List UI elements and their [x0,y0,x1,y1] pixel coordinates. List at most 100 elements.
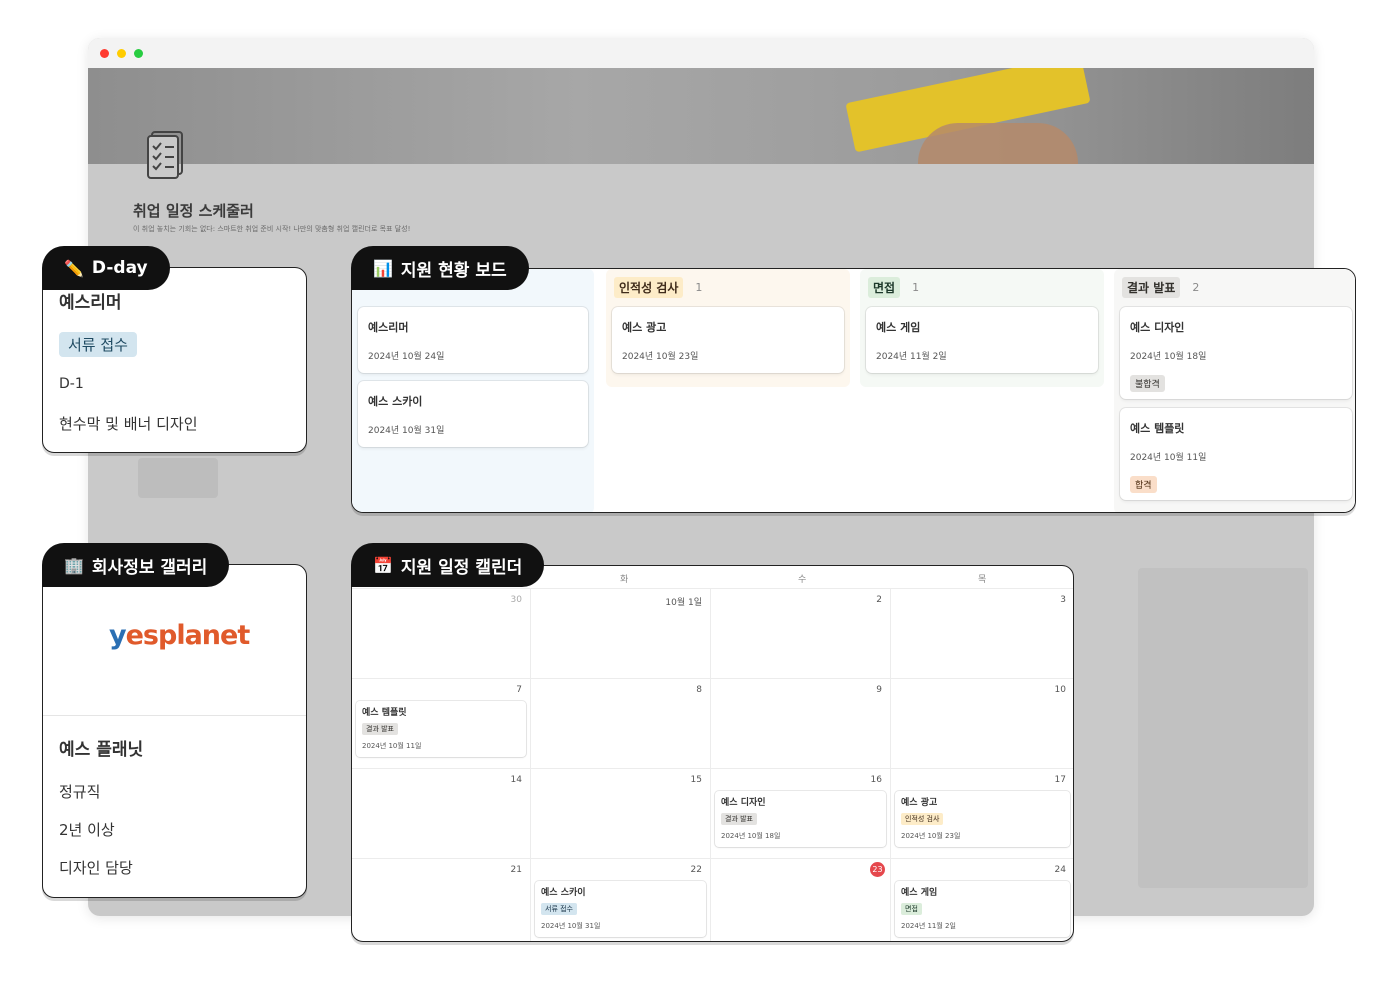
blurred-calendar-column [1138,568,1308,888]
calendar-icon: 📅 [373,555,393,575]
event-status-tag: 서류 접수 [541,903,577,915]
board-card-item[interactable]: 예스 게임 2024년 11월 2일 [866,307,1098,373]
event-status-tag: 결과 발표 [721,813,757,825]
result-tag: 불합격 [1130,375,1165,392]
cover-image [88,68,1314,164]
calendar-day-cell[interactable]: 3 [891,588,1073,678]
board-card-title: 예스 스카이 [368,395,423,408]
calendar-day-cell[interactable]: 2 [711,588,891,678]
column-count: 1 [912,281,920,294]
dday-tab-label: D-day [91,258,148,278]
board-card-item[interactable]: 예스리머 2024년 10월 24일 [358,307,588,373]
pencil-icon: ✏️ [64,258,84,278]
calendar-event[interactable]: 예스 템플릿 결과 발표 2024년 10월 11일 [356,701,526,757]
dday-tab[interactable]: ✏️ D-day [42,246,170,290]
board-card-title: 예스리머 [368,321,409,334]
calendar-day-cell[interactable]: 7 예스 템플릿 결과 발표 2024년 10월 11일 [352,678,531,768]
calendar-day-cell[interactable]: 30 [352,588,531,678]
blurred-card [138,458,218,498]
close-window-dot[interactable] [100,48,109,58]
board-column-document: 예스리머 2024년 10월 24일 예스 스카이 2024년 10월 31일 [352,269,594,512]
board-column-result: 결과 발표 2 예스 디자인 2024년 10월 18일 불합격 예스 템플릿 … [1114,269,1355,512]
hand-shape [918,123,1078,164]
dday-status-badge: 서류 접수 [59,332,137,357]
board-column-interview: 면접 1 예스 게임 2024년 11월 2일 [860,269,1104,387]
calendar-event[interactable]: 예스 게임 면접 2024년 11월 2일 [895,881,1070,937]
company-tab[interactable]: 🏢 회사정보 갤러리 [42,543,230,587]
dday-company-name: 예스리머 [59,293,122,313]
board-card-title: 예스 디자인 [1130,321,1185,334]
column-count: 2 [1192,281,1200,294]
calendar-day-cell[interactable]: 16 예스 디자인 결과 발표 2024년 10월 18일 [711,768,891,858]
board-card-title: 예스 게임 [876,321,921,334]
event-date: 2024년 10월 11일 [362,742,422,750]
event-date: 2024년 10월 31일 [541,922,601,930]
calendar-day-cell[interactable]: 21 [352,858,531,941]
board-card-date: 2024년 10월 31일 [368,426,445,436]
minimize-window-dot[interactable] [117,48,126,58]
employment-type: 정규직 [59,783,101,801]
board-tab-label: 지원 현황 보드 [400,260,507,281]
event-title: 예스 광고 [901,798,938,808]
board-card-date: 2024년 10월 11일 [1130,453,1207,463]
event-date: 2024년 10월 23일 [901,832,961,840]
calendar-day-cell[interactable]: 14 [352,768,531,858]
dday-countdown: D-1 [59,376,84,392]
column-label: 인적성 검사 [614,277,684,298]
calendar-tab-label: 지원 일정 캘린더 [400,557,523,578]
calendar-day-cell[interactable]: 10월 1일 [531,588,711,678]
calendar-day-cell[interactable]: 15 [531,768,711,858]
yesplanet-logo: yesplanet [109,620,250,651]
maximize-window-dot[interactable] [134,48,143,58]
calendar-day-cell[interactable]: 9 [711,678,891,768]
calendar-tab[interactable]: 📅 지원 일정 캘린더 [351,543,545,587]
event-status-tag: 결과 발표 [362,723,398,735]
board-card-item[interactable]: 예스 스카이 2024년 10월 31일 [358,381,588,447]
board-card-title: 예스 템플릿 [1130,422,1185,435]
dday-task: 현수막 및 배너 디자인 [59,415,198,433]
divider [43,715,306,716]
event-status-tag: 면접 [901,903,922,915]
browser-title-bar [88,38,1314,68]
column-label: 결과 발표 [1122,277,1181,298]
building-icon: 🏢 [64,555,84,575]
column-count: 1 [695,281,703,294]
today-badge: 23 [870,862,885,877]
calendar-event[interactable]: 예스 스카이 서류 접수 2024년 10월 31일 [535,881,706,937]
board-column-aptitude: 인적성 검사 1 예스 광고 2024년 10월 23일 [606,269,850,387]
board-card-item[interactable]: 예스 템플릿 2024년 10월 11일 합격 [1120,408,1352,500]
calendar-event[interactable]: 예스 디자인 결과 발표 2024년 10월 18일 [715,791,886,847]
calendar-day-cell[interactable]: 22 예스 스카이 서류 접수 2024년 10월 31일 [531,858,711,941]
event-title: 예스 스카이 [541,888,586,898]
event-date: 2024년 11월 2일 [901,922,956,930]
company-gallery-card[interactable]: yesplanet 예스 플래닛 정규직 2년 이상 디자인 담당 [42,564,307,898]
page-description: 이 취업 놓치는 기회는 없다: 스마트한 취업 준비 시작! 나만의 맞춤형 … [133,225,411,233]
calendar-day-cell[interactable]: 24 예스 게임 면접 2024년 11월 2일 [891,858,1073,941]
board-tab[interactable]: 📊 지원 현황 보드 [351,246,529,290]
board-card-date: 2024년 10월 24일 [368,352,445,362]
calendar-event[interactable]: 예스 광고 인적성 검사 2024년 10월 23일 [895,791,1070,847]
board-card-date: 2024년 10월 18일 [1130,352,1207,362]
calendar-day-cell[interactable]: 17 예스 광고 인적성 검사 2024년 10월 23일 [891,768,1073,858]
event-date: 2024년 10월 18일 [721,832,781,840]
application-board-card[interactable]: 예스리머 2024년 10월 24일 예스 스카이 2024년 10월 31일 … [351,268,1356,513]
result-tag: 합격 [1130,476,1157,493]
calendar-day-cell[interactable]: 23 [711,858,891,941]
calendar-day-cell[interactable]: 8 [531,678,711,768]
column-label: 면접 [868,277,901,298]
event-title: 예스 템플릿 [362,708,407,718]
dday-card[interactable]: 예스리머 서류 접수 D-1 현수막 및 배너 디자인 [42,267,307,453]
weekday-header: 수 [798,575,807,585]
board-card-date: 2024년 10월 23일 [622,352,699,362]
bar-chart-icon: 📊 [373,258,393,278]
event-title: 예스 게임 [901,888,938,898]
event-status-tag: 인적성 검사 [901,813,944,825]
company-name: 예스 플래닛 [59,740,144,760]
weekday-header: 목 [978,575,987,585]
board-card-item[interactable]: 예스 광고 2024년 10월 23일 [612,307,844,373]
company-tab-label: 회사정보 갤러리 [91,557,208,578]
application-calendar-card[interactable]: 화 수 목 30 10월 1일 2 3 7 예스 템플릿 결과 발표 2024년… [351,565,1074,942]
calendar-day-cell[interactable]: 10 [891,678,1073,768]
board-card-item[interactable]: 예스 디자인 2024년 10월 18일 불합격 [1120,307,1352,399]
event-title: 예스 디자인 [721,798,766,808]
